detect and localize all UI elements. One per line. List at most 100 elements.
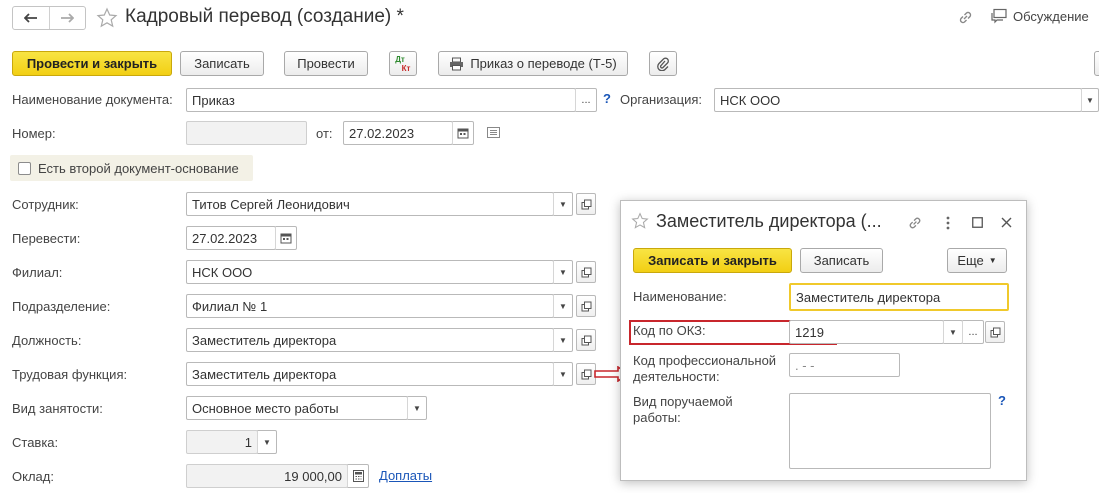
discussion-label: Обсуждение (1013, 8, 1089, 24)
number-label: Номер: (12, 126, 56, 141)
salary-calculator-button[interactable] (347, 464, 369, 488)
open-icon (581, 301, 591, 311)
prof-code-label-line2: деятельности: (633, 369, 720, 384)
department-dropdown[interactable]: ▼ (553, 294, 573, 318)
doc-name-label: Наименование документа: (12, 92, 173, 107)
calculator-icon (352, 470, 364, 482)
date-calendar-button[interactable] (452, 121, 474, 145)
prof-code-label-line1: Код профессиональной (633, 353, 777, 368)
extras-link[interactable]: Доплаты (379, 468, 432, 483)
doc-name-help[interactable]: ? (603, 91, 611, 106)
list-icon[interactable] (487, 127, 500, 138)
transfer-label: Перевести: (12, 231, 81, 246)
department-field[interactable]: Филиал № 1 (186, 294, 554, 318)
position-open-button[interactable] (576, 329, 596, 351)
star-icon[interactable] (96, 7, 118, 29)
forward-arrow-icon (61, 13, 75, 23)
discussion-button[interactable]: Обсуждение (990, 8, 1089, 24)
doc-name-select-button[interactable]: ... (575, 88, 597, 112)
open-icon (581, 267, 591, 277)
close-icon[interactable] (1001, 217, 1012, 228)
okz-field[interactable]: 1219 (789, 320, 944, 344)
rate-dropdown[interactable]: ▼ (257, 430, 277, 454)
discussion-icon (991, 8, 1007, 24)
org-label: Организация: (620, 92, 703, 107)
transfer-date-field[interactable]: 27.02.2023 (186, 226, 276, 250)
dialog-title: Заместитель директора (... (656, 211, 882, 231)
dialog-more-button[interactable]: Еще ▼ (947, 248, 1007, 273)
printer-icon (450, 57, 464, 70)
department-label: Подразделение: (12, 299, 111, 314)
work-type-textarea[interactable] (789, 393, 991, 469)
date-from-label: от: (316, 126, 333, 141)
dtkt-button[interactable]: Дт Кт (389, 51, 417, 76)
employee-label: Сотрудник: (12, 197, 79, 212)
open-icon (990, 327, 1000, 337)
number-field[interactable] (186, 121, 307, 145)
rate-field[interactable]: 1 (186, 430, 258, 454)
page-title: Кадровый перевод (создание) * (125, 6, 404, 27)
org-field[interactable]: НСК ООО (714, 88, 1082, 112)
attach-button[interactable] (649, 51, 677, 76)
department-open-button[interactable] (576, 295, 596, 317)
labor-function-dropdown[interactable]: ▼ (553, 362, 573, 386)
employee-dropdown[interactable]: ▼ (553, 192, 573, 216)
dialog-more-label: Еще (957, 253, 984, 268)
rate-label: Ставка: (12, 435, 59, 450)
employee-open-button[interactable] (576, 193, 596, 215)
print-order-button[interactable]: Приказ о переводе (Т-5) (438, 51, 628, 76)
open-icon (581, 199, 591, 209)
chevron-down-icon: ▼ (988, 256, 997, 265)
link-icon[interactable] (957, 9, 974, 26)
post-and-close-button[interactable]: Провести и закрыть (12, 51, 172, 76)
salary-field[interactable]: 19 000,00 (186, 464, 348, 488)
org-dropdown[interactable]: ▼ (1081, 88, 1099, 112)
second-doc-row[interactable]: Есть второй документ-основание (10, 155, 253, 181)
post-button[interactable]: Провести (284, 51, 368, 76)
name-field[interactable]: Заместитель директора (789, 283, 1009, 311)
more-icon[interactable] (946, 216, 950, 230)
labor-function-open-button[interactable] (576, 363, 596, 385)
branch-open-button[interactable] (576, 261, 596, 283)
star-icon[interactable] (631, 212, 649, 230)
okz-open-button[interactable] (985, 321, 1005, 343)
dtkt-bottom: Кт (401, 63, 411, 73)
print-order-label: Приказ о переводе (Т-5) (470, 56, 617, 71)
dialog-save-button[interactable]: Записать (800, 248, 883, 273)
second-doc-label: Есть второй документ-основание (38, 160, 239, 176)
employee-field[interactable]: Титов Сергей Леонидович (186, 192, 554, 216)
work-type-help[interactable]: ? (998, 393, 1006, 408)
link-icon[interactable] (907, 215, 923, 231)
branch-field[interactable]: НСК ООО (186, 260, 554, 284)
dtkt-top: Дт (395, 54, 405, 64)
position-field[interactable]: Заместитель директора (186, 328, 554, 352)
second-doc-checkbox[interactable] (18, 161, 31, 175)
transfer-calendar-button[interactable] (275, 226, 297, 250)
salary-label: Оклад: (12, 469, 54, 484)
save-and-close-button[interactable]: Записать и закрыть (633, 248, 792, 273)
okz-select-button[interactable]: ... (962, 320, 984, 344)
okz-label: Код по ОКЗ: (633, 323, 706, 338)
date-field[interactable]: 27.02.2023 (343, 121, 453, 145)
back-button[interactable] (13, 7, 50, 29)
nav-buttons (12, 6, 86, 30)
prof-code-field[interactable]: . - - (789, 353, 900, 377)
back-arrow-icon (23, 13, 37, 23)
more-actions-button[interactable] (1094, 51, 1099, 76)
labor-function-field[interactable]: Заместитель директора (186, 362, 554, 386)
name-label: Наименование: (633, 289, 727, 304)
employment-type-field[interactable]: Основное место работы (186, 396, 408, 420)
work-type-label-line1: Вид поручаемой (633, 394, 733, 409)
okz-dropdown[interactable]: ▼ (943, 320, 963, 344)
maximize-icon[interactable] (972, 217, 983, 228)
forward-button[interactable] (50, 7, 86, 29)
employment-type-label: Вид занятости: (12, 401, 103, 416)
employment-type-dropdown[interactable]: ▼ (407, 396, 427, 420)
labor-function-label: Трудовая функция: (12, 367, 128, 382)
save-button[interactable]: Записать (180, 51, 264, 76)
doc-name-field[interactable]: Приказ (186, 88, 576, 112)
branch-dropdown[interactable]: ▼ (553, 260, 573, 284)
calendar-icon (280, 233, 292, 244)
position-label: Должность: (12, 333, 82, 348)
position-dropdown[interactable]: ▼ (553, 328, 573, 352)
